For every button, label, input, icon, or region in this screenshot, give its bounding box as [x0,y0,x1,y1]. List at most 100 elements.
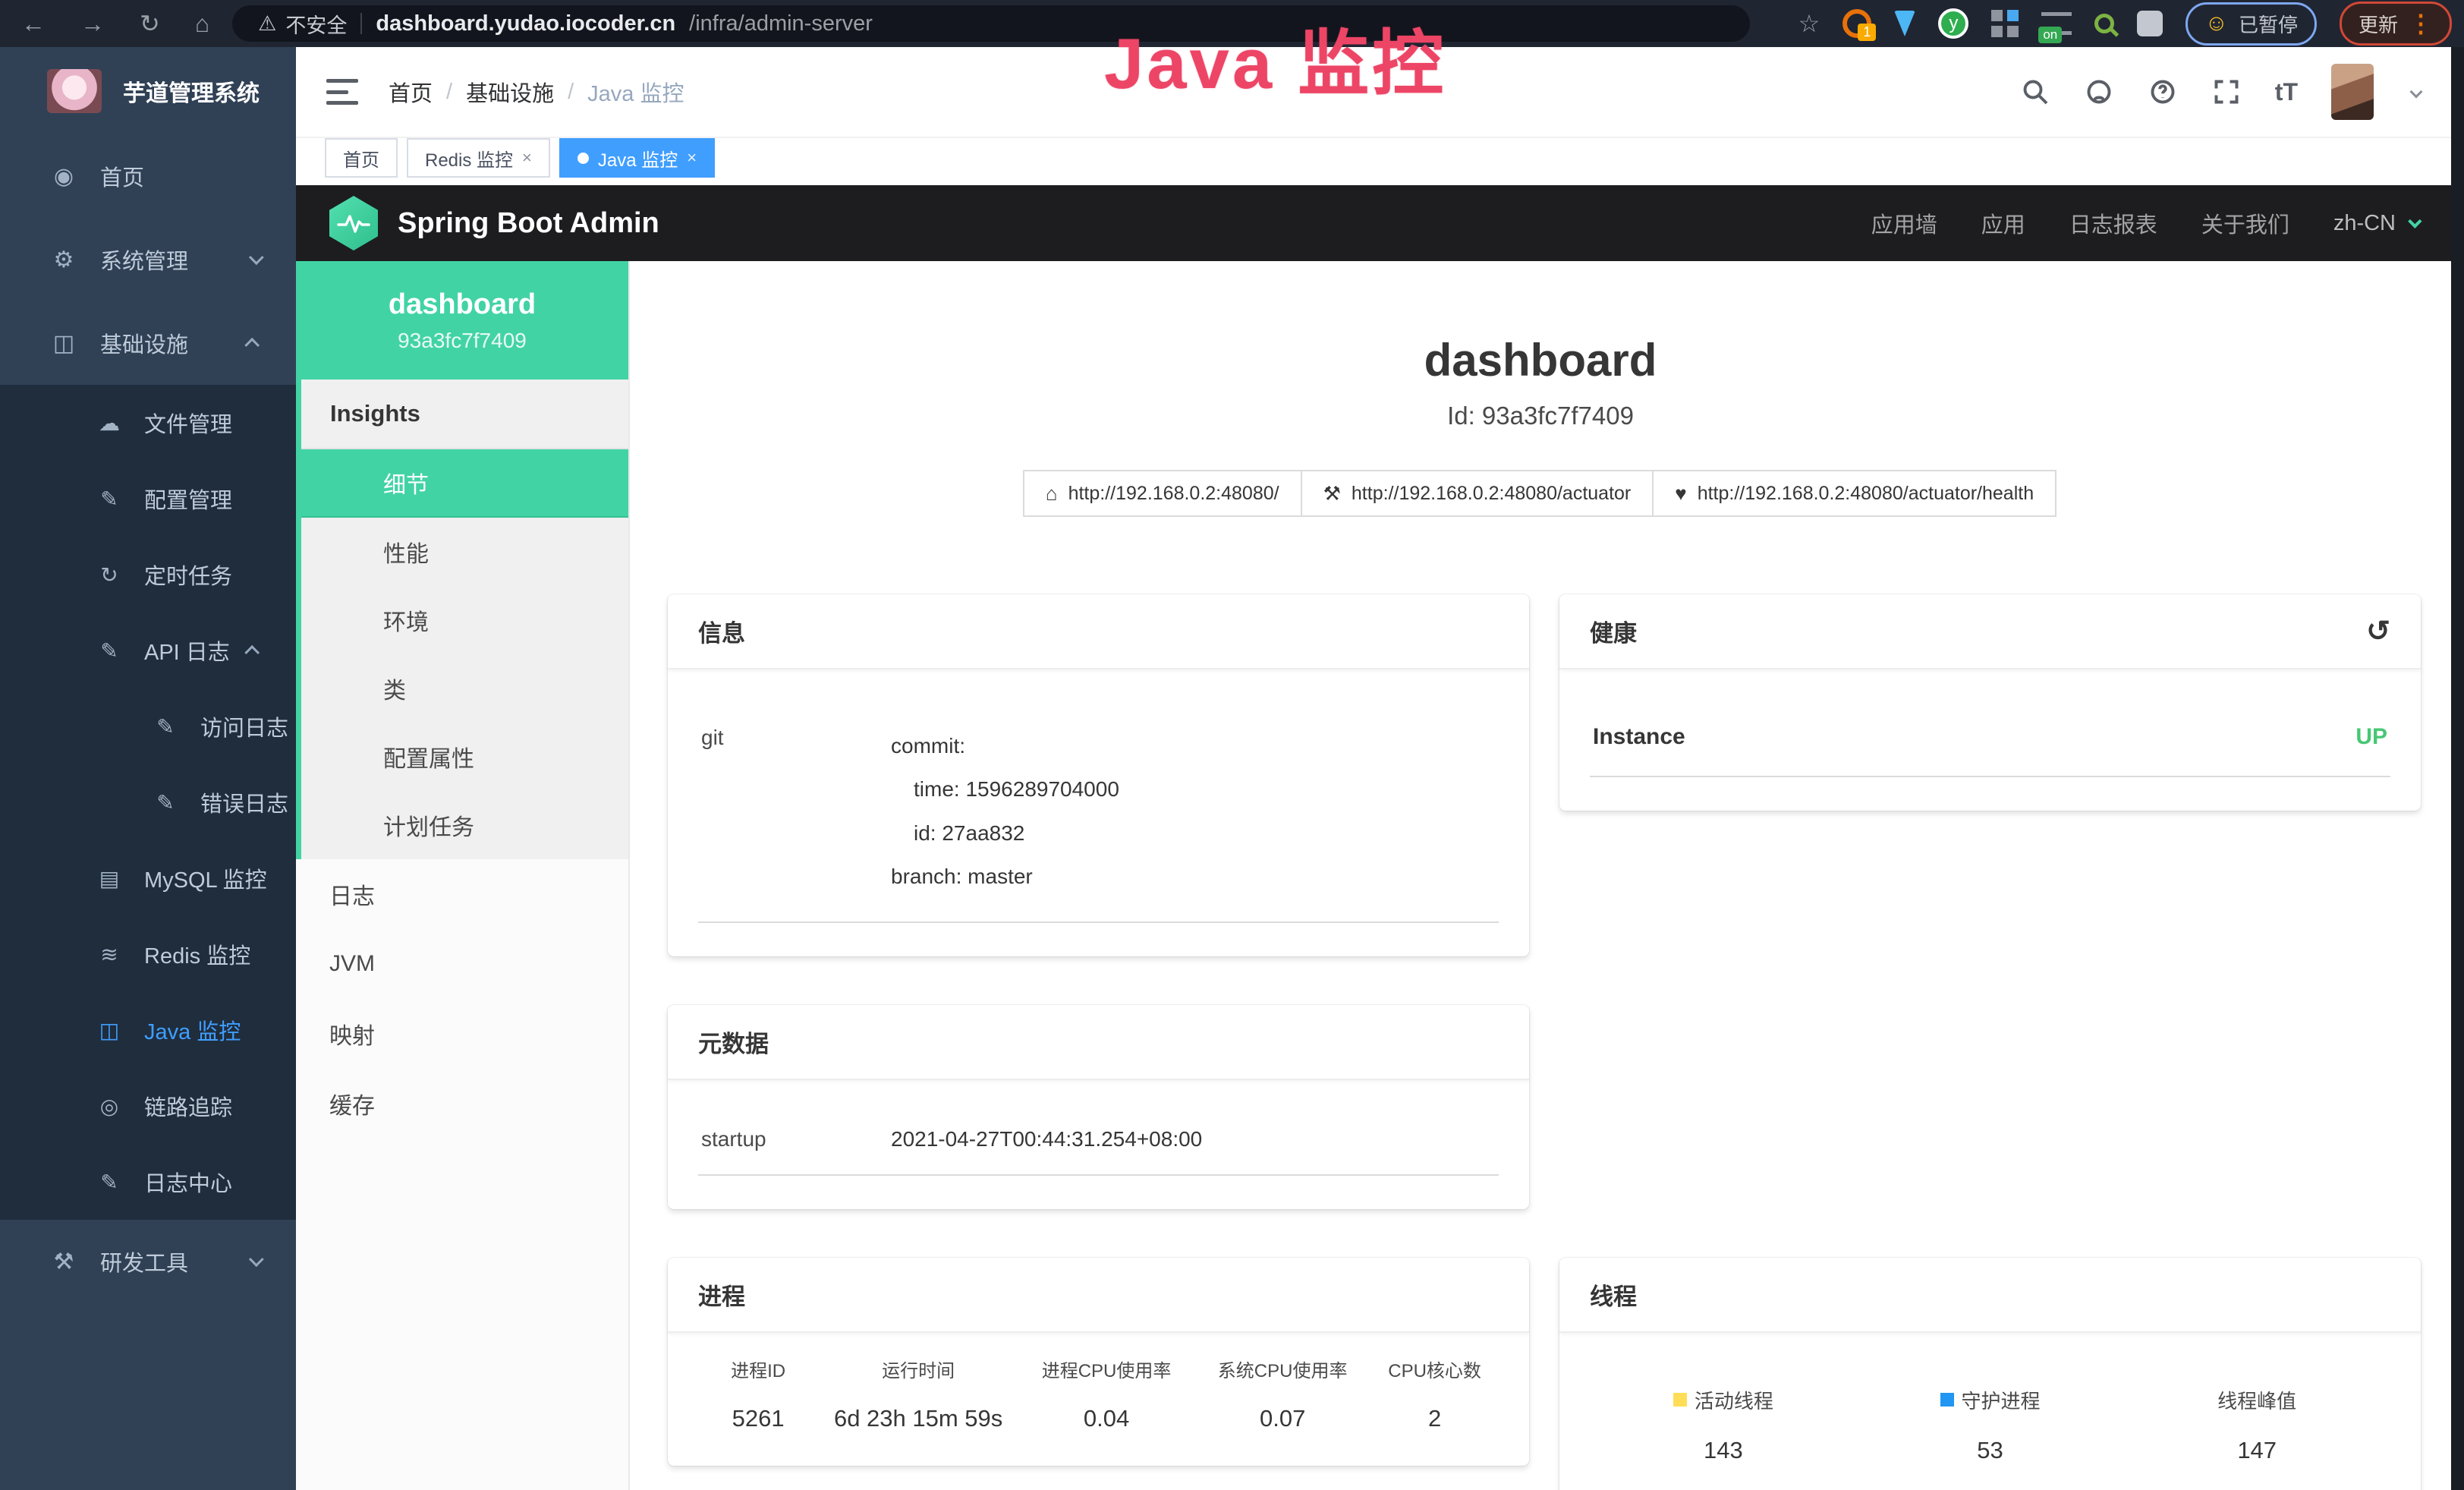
url-host: dashboard.yudao.iocoder.cn [376,11,675,36]
actuator-url-button[interactable]: ⚒ http://192.168.0.2:48080/actuator [1301,470,1654,517]
process-card-title: 进程 [668,1258,1529,1333]
breadcrumb-infra[interactable]: 基础设施 [466,76,554,108]
spring-boot-admin-logo[interactable] [329,196,378,250]
eye-icon: ◎ [93,1094,126,1119]
toolbox-icon: ⚒ [47,1249,80,1275]
cloud-upload-icon: ☁ [93,411,126,436]
tab-scheduled-tasks[interactable]: 计划任务 [301,791,628,859]
health-instance-row[interactable]: Instance UP [1590,692,2390,777]
legend-daemon-threads: 守护进程 [1940,1386,2041,1414]
chevron-down-icon [249,1252,264,1267]
sidebar-item-access-logs[interactable]: ✎ 访问日志 [0,688,296,764]
extension-pin-icon[interactable] [1894,11,1915,36]
chevron-up-icon [244,338,260,353]
font-size-icon[interactable]: tT [2275,78,2298,106]
sidebar-item-java-monitor[interactable]: ◫ Java 监控 [0,992,296,1068]
tab-java-monitor[interactable]: Java 监控 × [559,138,715,178]
chevron-down-icon[interactable] [2410,86,2423,99]
val-uptime: 6d 23h 15m 59s [818,1405,1018,1432]
close-icon[interactable]: × [687,148,697,168]
monitor-icon: ◫ [47,330,80,357]
wrench-icon: ⚒ [1323,482,1341,506]
sidebar-item-error-logs[interactable]: ✎ 错误日志 [0,764,296,840]
help-icon[interactable] [2148,77,2178,107]
sba-nav-journal[interactable]: 日志报表 [2069,207,2157,239]
tab-caches[interactable]: 缓存 [296,1069,628,1139]
sba-nav-applications[interactable]: 应用 [1981,207,2025,239]
app-logo: 芋道管理系统 [0,47,296,134]
info-git-row: git commit: time: 1596289704000 id: 27aa… [698,692,1499,923]
update-button[interactable]: 更新 ⋮ [2340,2,2452,46]
security-label[interactable]: 不安全 [285,9,347,39]
extension-y-icon[interactable]: y [1938,8,1968,39]
sidebar-item-scheduled-jobs[interactable]: ↻ 定时任务 [0,537,296,613]
sidebar-item-redis-monitor[interactable]: ≋ Redis 监控 [0,916,296,992]
sidebar-item-infra[interactable]: ◫ 基础设施 [0,301,296,385]
sidebar-item-files[interactable]: ☁ 文件管理 [0,385,296,461]
extension-search-icon[interactable] [2094,14,2114,33]
status-badge: UP [2355,724,2387,750]
gear-icon: ⚙ [47,247,80,273]
dashboard-icon: ◉ [47,163,80,190]
sidebar-item-config[interactable]: ✎ 配置管理 [0,461,296,537]
sidebar-item-tracing[interactable]: ◎ 链路追踪 [0,1068,296,1144]
sidebar-item-dev-tools[interactable]: ⚒ 研发工具 [0,1220,296,1303]
health-url-button[interactable]: ♥ http://192.168.0.2:48080/actuator/heal… [1652,470,2056,517]
legend-peak-threads: 线程峰值 [2217,1386,2296,1414]
close-icon[interactable]: × [522,148,532,168]
forward-icon[interactable]: → [80,11,105,36]
tab-home[interactable]: 首页 [325,138,398,178]
search-icon[interactable] [2020,77,2050,107]
extension-badge: 1 [1858,24,1876,41]
reload-icon[interactable]: ↻ [140,11,160,36]
extension-grid-icon[interactable] [1991,10,2019,37]
health-card: 健康 ↺ Instance UP [1559,594,2421,811]
extensions-puzzle-icon[interactable] [2137,11,2163,36]
sba-nav-about[interactable]: 关于我们 [2201,207,2289,239]
bookmark-star-icon[interactable]: ☆ [1798,11,1820,36]
metadata-startup-row: startup 2021-04-27T00:44:31.254+08:00 [698,1103,1499,1176]
avatar[interactable] [2331,64,2374,120]
fullscreen-icon[interactable] [2211,77,2242,107]
legend-live-threads: 活动线程 [1673,1386,1773,1414]
breadcrumb-home[interactable]: 首页 [389,76,433,108]
sidebar-item-mysql-monitor[interactable]: ▤ MySQL 监控 [0,840,296,916]
database-icon: ▤ [93,866,126,891]
sidebar-item-log-center[interactable]: ✎ 日志中心 [0,1144,296,1220]
extension-list-icon[interactable]: on [2041,12,2072,35]
sidebar-item-api-logs[interactable]: ✎ API 日志 [0,613,296,688]
tab-logs[interactable]: 日志 [296,859,628,929]
sidebar-item-home[interactable]: ◉ 首页 [0,134,296,218]
app-title: 芋道管理系统 [123,74,260,108]
hamburger-icon[interactable] [326,79,358,105]
sba-brand[interactable]: Spring Boot Admin [398,207,659,240]
sba-nav-wallboard[interactable]: 应用墙 [1871,207,1937,239]
sidebar-item-system[interactable]: ⚙ 系统管理 [0,218,296,301]
window-edge [2451,47,2464,1490]
tab-metrics[interactable]: 性能 [301,518,628,586]
address-bar[interactable]: ⚠ 不安全 dashboard.yudao.iocoder.cn /infra/… [232,5,1750,42]
back-icon[interactable]: ← [21,11,46,36]
github-icon[interactable] [2084,77,2114,107]
on-badge: on [2038,27,2062,43]
tab-details[interactable]: 细节 [301,449,628,518]
tab-environment[interactable]: 环境 [301,586,628,654]
paused-badge[interactable]: ☺ 已暂停 [2186,2,2317,46]
history-icon[interactable]: ↺ [2366,617,2390,646]
tab-redis-monitor[interactable]: Redis 监控 × [407,138,550,178]
edit-icon: ✎ [149,714,182,739]
instance-links: ⌂ http://192.168.0.2:48080/ ⚒ http://192… [630,470,2451,517]
extension-orange-icon[interactable]: 1 [1842,9,1871,38]
tab-classes[interactable]: 类 [301,654,628,723]
edit-icon: ✎ [93,638,126,663]
instance-header[interactable]: dashboard 93a3fc7f7409 [296,261,628,380]
browser-menu-icon[interactable]: ⋮ [2409,9,2433,38]
tab-config-props[interactable]: 配置属性 [301,723,628,791]
locale-select[interactable]: zh-CN [2333,211,2418,236]
insights-group: Insights 细节 性能 环境 类 配置属性 计划任务 [296,380,628,859]
service-url-button[interactable]: ⌂ http://192.168.0.2:48080/ [1023,470,1302,517]
home-icon[interactable]: ⌂ [195,11,209,36]
tab-mappings[interactable]: 映射 [296,999,628,1069]
tab-jvm[interactable]: JVM [296,929,628,999]
tab-bar: 首页 Redis 监控 × Java 监控 × [296,137,2451,185]
